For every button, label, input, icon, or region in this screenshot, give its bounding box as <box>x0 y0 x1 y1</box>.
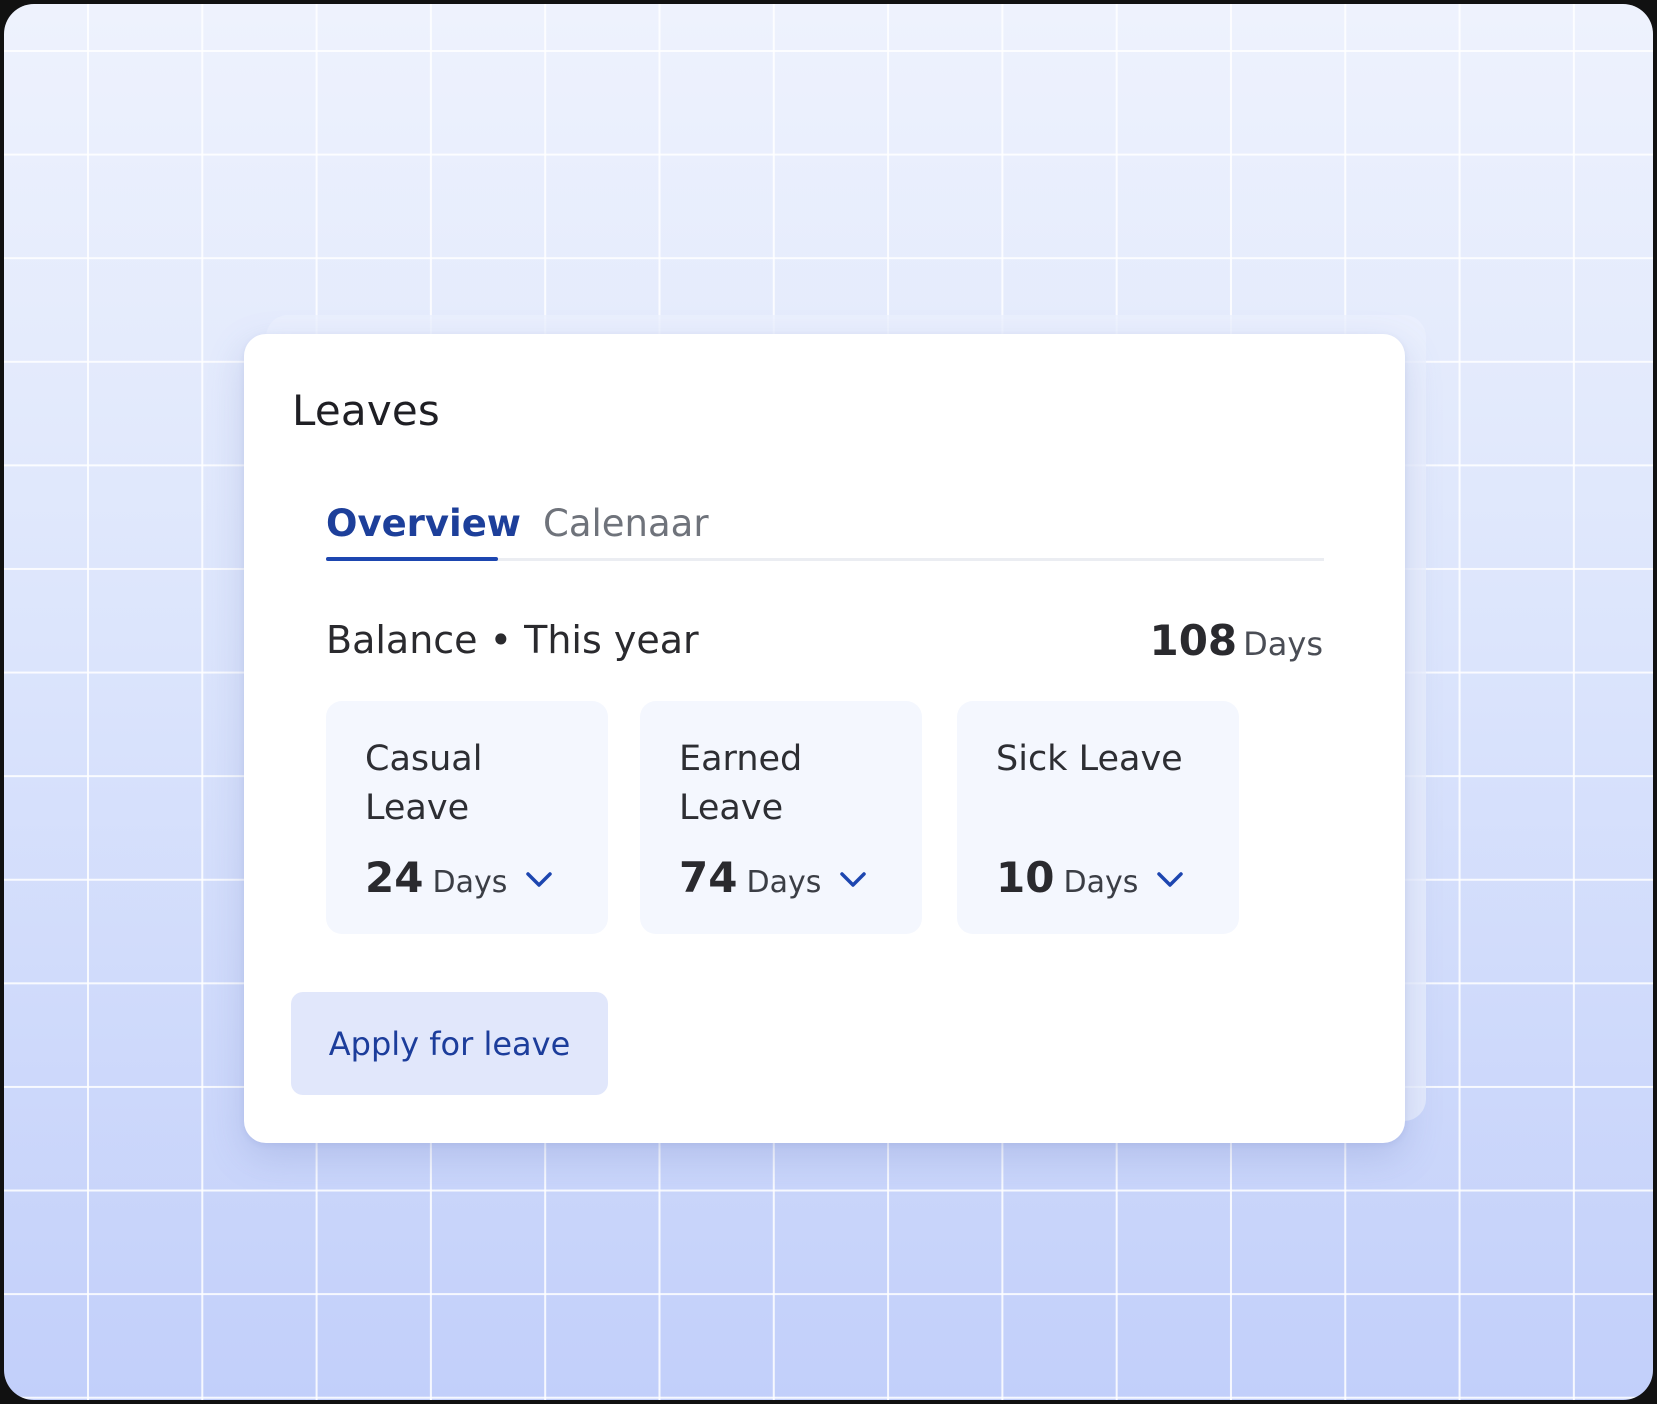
balance-total-value: 108 <box>1149 616 1238 665</box>
tab-bar: Overview Calenaar <box>326 502 1324 561</box>
leave-type-name: Sick Leave <box>996 739 1183 779</box>
leave-card-earned[interactable]: Earned Leave 74 Days <box>640 701 922 934</box>
apply-for-leave-button[interactable]: Apply for leave <box>291 992 608 1095</box>
leave-type-name: Earned Leave <box>679 739 803 828</box>
balance-total: 108 Days <box>1149 616 1323 665</box>
leave-days-unit: Days <box>432 865 508 900</box>
active-tab-indicator <box>326 557 498 561</box>
tab-overview[interactable]: Overview <box>326 502 521 545</box>
balance-label: Balance • This year <box>326 618 699 662</box>
leave-days-value: 24 <box>365 853 424 902</box>
background-grid: Leaves Overview Calenaar Balance • This … <box>4 4 1653 1400</box>
leave-days-unit: Days <box>746 865 822 900</box>
leave-amount: 24 Days <box>365 853 553 902</box>
leave-days-value: 10 <box>996 853 1055 902</box>
chevron-down-icon[interactable] <box>525 870 553 890</box>
leave-card-casual[interactable]: Casual Leave 24 Days <box>326 701 608 934</box>
leave-type-name: Casual Leave <box>365 739 483 828</box>
balance-total-unit: Days <box>1243 625 1323 663</box>
leave-card-sick[interactable]: Sick Leave 10 Days <box>957 701 1239 934</box>
chevron-down-icon[interactable] <box>839 870 867 890</box>
leave-days-value: 74 <box>679 853 738 902</box>
chevron-down-icon[interactable] <box>1156 870 1184 890</box>
leaves-card: Leaves Overview Calenaar Balance • This … <box>244 334 1405 1143</box>
leave-amount: 10 Days <box>996 853 1184 902</box>
leave-amount: 74 Days <box>679 853 867 902</box>
tab-calendar[interactable]: Calenaar <box>543 502 709 545</box>
leave-days-unit: Days <box>1063 865 1139 900</box>
card-title: Leaves <box>292 386 441 435</box>
